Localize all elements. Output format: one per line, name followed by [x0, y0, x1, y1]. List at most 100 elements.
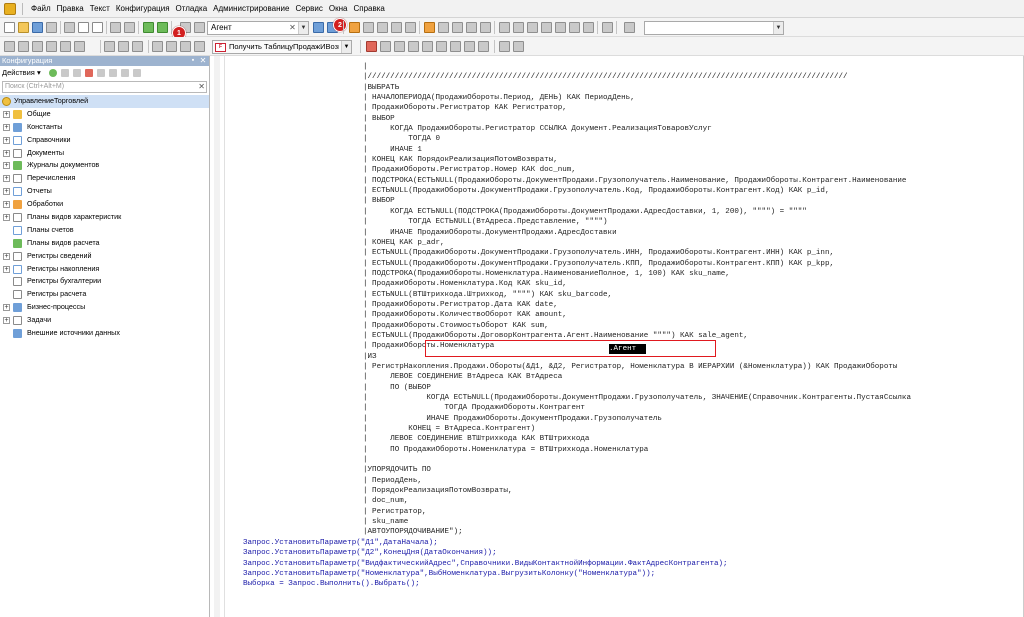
undo-icon[interactable]: [143, 22, 154, 33]
expand-icon[interactable]: +: [3, 110, 10, 118]
tool-icon[interactable]: [74, 41, 85, 52]
code-line[interactable]: | doc_num,: [210, 496, 1024, 506]
code-text[interactable]: | |//////////////////////////////////////…: [210, 62, 1024, 590]
code-line[interactable]: | ЛЕВОЕ СОЕДИНЕНИЕ ВТШтрихкода КАК ВТШтр…: [210, 434, 1024, 444]
tool-icon[interactable]: [32, 41, 43, 52]
tool-icon[interactable]: [166, 41, 177, 52]
code-line[interactable]: | ЕСТЬNULL(ПродажиОбороты.ДокументПродаж…: [210, 186, 1024, 196]
query-wizard-icon[interactable]: [363, 22, 374, 33]
tree-item-business-processes[interactable]: + Бизнес-процессы: [0, 301, 209, 314]
close-icon[interactable]: ✕: [199, 57, 207, 65]
tool-icon[interactable]: [194, 41, 205, 52]
clear-icon[interactable]: ✕: [198, 82, 205, 92]
tree-item-charts-of-characteristic-types[interactable]: + Планы видов характеристик: [0, 211, 209, 224]
code-line[interactable]: |///////////////////////////////////////…: [210, 72, 1024, 82]
code-line[interactable]: |: [210, 455, 1024, 465]
expand-icon[interactable]: +: [3, 317, 10, 325]
tool-icon[interactable]: [527, 22, 538, 33]
code-line[interactable]: |АВТОУПОРЯДОЧИВАНИЕ");: [210, 527, 1024, 537]
code-line[interactable]: Запрос.УстановитьПараметр("Д1",ДатаНачал…: [210, 538, 1024, 548]
procedure-selector[interactable]: F Получить ТаблицуПродажИВозвр ▼: [212, 40, 352, 54]
move-down-icon[interactable]: [109, 69, 117, 77]
edit-icon[interactable]: [61, 69, 69, 77]
expand-icon[interactable]: +: [3, 252, 10, 260]
code-line[interactable]: | ТОГДА ЕСТЬNULL(ВтАдреса.Представление,…: [210, 217, 1024, 227]
code-line[interactable]: | ПродажиОбороты.Номенклатура.Код КАК sk…: [210, 279, 1024, 289]
code-line[interactable]: | ЕСТЬNULL(ПродажиОбороты.ДокументПродаж…: [210, 248, 1024, 258]
code-line[interactable]: | ВЫБОР: [210, 196, 1024, 206]
tree-root[interactable]: УправлениеТорговлей: [0, 95, 209, 108]
tool-icon[interactable]: [569, 22, 580, 33]
tool-icon[interactable]: [436, 41, 447, 52]
tool-icon[interactable]: [408, 41, 419, 52]
sort-icon[interactable]: [121, 69, 129, 77]
tool-icon[interactable]: [366, 41, 377, 52]
tool-icon[interactable]: [541, 22, 552, 33]
menu-file[interactable]: Файл: [31, 4, 51, 13]
code-line[interactable]: | КОНЕЦ КАК ПорядокРеализацияПотомВозвра…: [210, 155, 1024, 165]
tool-icon[interactable]: [132, 41, 143, 52]
code-line[interactable]: | ЛЕВОЕ СОЕДИНЕНИЕ ВтАдреса КАК ВтАдреса: [210, 372, 1024, 382]
global-search-combo[interactable]: ▼: [644, 21, 784, 35]
tree-item-constants[interactable]: + Константы: [0, 121, 209, 134]
tool-icon[interactable]: [555, 22, 566, 33]
tool-icon[interactable]: [180, 41, 191, 52]
step-icon[interactable]: [452, 22, 463, 33]
tree-item-charts-of-calculation-types[interactable]: Планы видов расчета: [0, 237, 209, 250]
tool-icon[interactable]: [394, 41, 405, 52]
breakpoint-icon[interactable]: [438, 22, 449, 33]
tool-icon[interactable]: [499, 41, 510, 52]
step-over-icon[interactable]: [466, 22, 477, 33]
expand-icon[interactable]: +: [3, 175, 10, 183]
tool-icon[interactable]: [118, 41, 129, 52]
code-line[interactable]: | ПродажиОбороты.Регистратор.Номер КАК d…: [210, 165, 1024, 175]
expand-icon[interactable]: +: [3, 136, 10, 144]
format-icon[interactable]: [377, 22, 388, 33]
find-replace-icon[interactable]: [194, 22, 205, 33]
search-combo[interactable]: Агент ✕ ▼: [207, 21, 309, 35]
tree-item-common[interactable]: + Общие: [0, 108, 209, 121]
cut-icon[interactable]: [64, 22, 75, 33]
open-folder-icon[interactable]: [18, 22, 29, 33]
panel-icon[interactable]: [624, 22, 635, 33]
code-line[interactable]: | ЕСТЬNULL(ПродажиОбороты.ДокументПродаж…: [210, 259, 1024, 269]
delete-icon[interactable]: [85, 69, 93, 77]
code-line[interactable]: | ИНАЧЕ 1: [210, 145, 1024, 155]
redo-icon[interactable]: [157, 22, 168, 33]
tool-icon[interactable]: [513, 41, 524, 52]
tree-item-dataprocessors[interactable]: + Обработки: [0, 198, 209, 211]
expand-icon[interactable]: +: [3, 265, 10, 273]
new-document-icon[interactable]: [4, 22, 15, 33]
code-line[interactable]: | Регистратор,: [210, 507, 1024, 517]
expand-icon[interactable]: +: [3, 304, 10, 312]
tree-item-tasks[interactable]: + Задачи: [0, 314, 209, 327]
code-line[interactable]: | ПорядокРеализацияПотомВозвраты,: [210, 486, 1024, 496]
chevron-down-icon[interactable]: ▼: [341, 41, 351, 53]
chevron-down-icon[interactable]: ▼: [298, 22, 308, 34]
tool-icon[interactable]: [60, 41, 71, 52]
find-next-icon[interactable]: [313, 22, 324, 33]
debug-start-icon[interactable]: [424, 22, 435, 33]
tool-icon[interactable]: [583, 22, 594, 33]
add-icon[interactable]: [49, 69, 57, 77]
menu-configuration[interactable]: Конфигурация: [116, 4, 170, 13]
tree-item-journals[interactable]: + Журналы документов: [0, 159, 209, 172]
code-line[interactable]: |ВЫБРАТЬ: [210, 83, 1024, 93]
tool-icon[interactable]: [104, 41, 115, 52]
paste-icon[interactable]: [92, 22, 103, 33]
code-line[interactable]: | ПО ПродажиОбороты.Номенклатура = ВТШтр…: [210, 445, 1024, 455]
tool-icon[interactable]: [499, 22, 510, 33]
tool-icon[interactable]: [450, 41, 461, 52]
code-editor[interactable]: | |//////////////////////////////////////…: [210, 56, 1024, 617]
tool-icon[interactable]: [46, 41, 57, 52]
code-line[interactable]: | ПОДСТРОКА(ЕСТЬNULL(ПродажиОбороты.Доку…: [210, 176, 1024, 186]
print-icon[interactable]: [110, 22, 121, 33]
expand-icon[interactable]: +: [3, 201, 10, 209]
menu-edit[interactable]: Правка: [57, 4, 84, 13]
tool-icon[interactable]: [464, 41, 475, 52]
tree-item-information-registers[interactable]: + Регистры сведений: [0, 250, 209, 263]
code-line[interactable]: |: [210, 62, 1024, 72]
code-line[interactable]: Выборка = Запрос.Выполнить().Выбрать();: [210, 579, 1024, 589]
tree-item-catalogs[interactable]: + Справочники: [0, 134, 209, 147]
tree-item-external-data-sources[interactable]: Внешние источники данных: [0, 327, 209, 340]
